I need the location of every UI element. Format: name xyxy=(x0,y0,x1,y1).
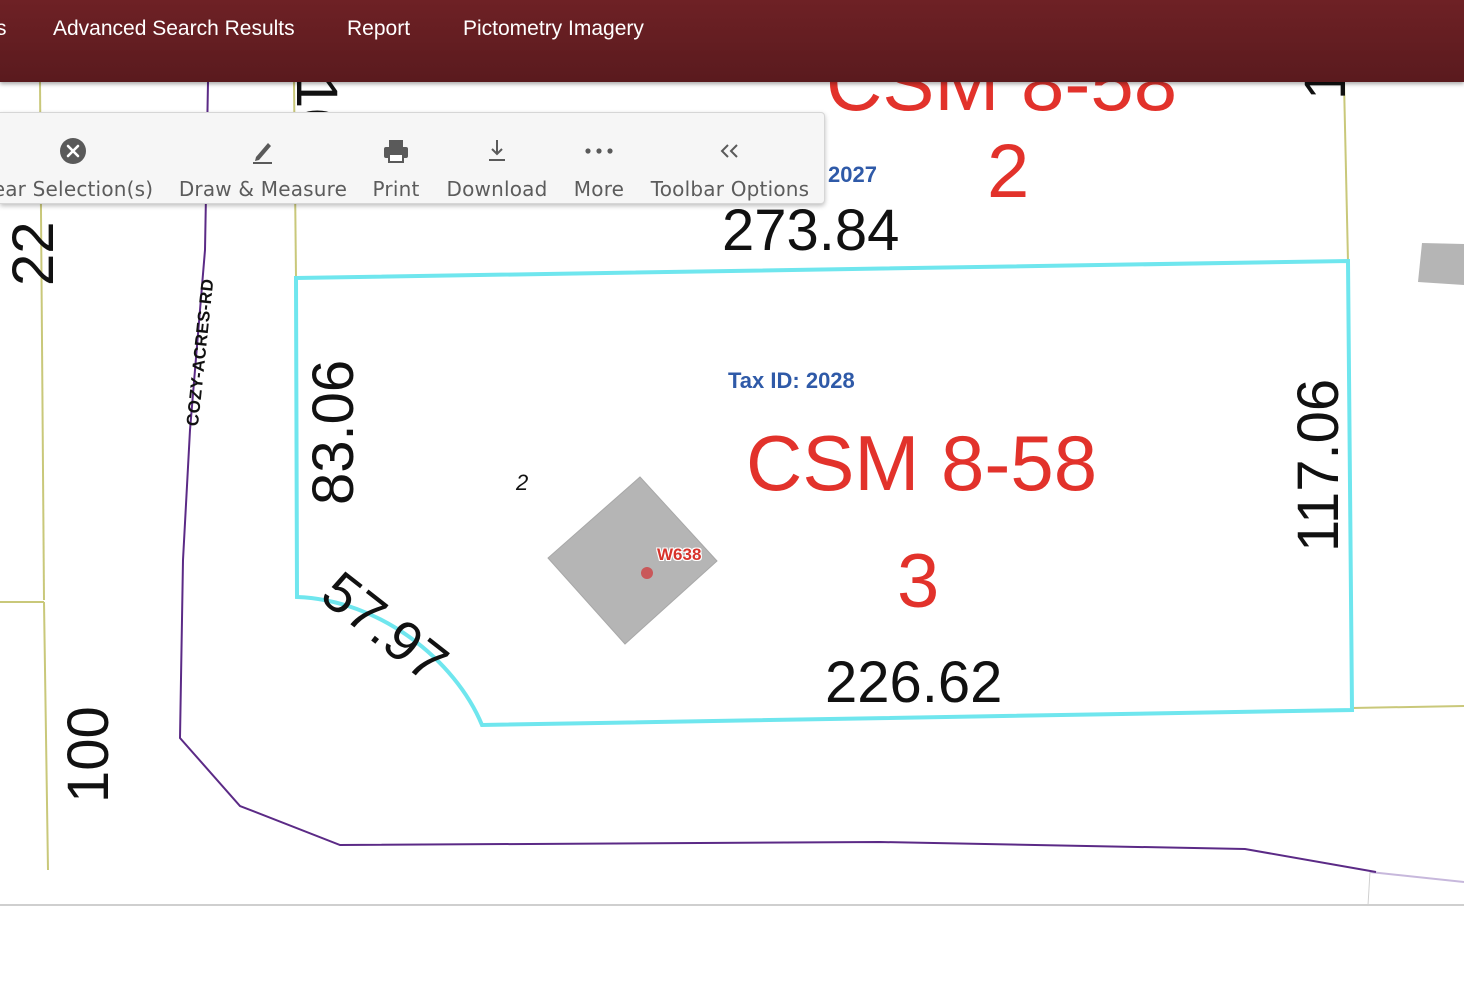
more-label: More xyxy=(573,177,625,201)
close-circle-icon xyxy=(59,131,87,171)
pencil-icon xyxy=(250,131,276,171)
lot-marker-label: 2 xyxy=(516,470,529,495)
dimension-left: 83.06 xyxy=(300,255,367,505)
toolbar-options-button[interactable]: Toolbar Options xyxy=(648,113,812,205)
dimension-left-lower: 100 xyxy=(56,706,121,803)
nav-item-truncated[interactable]: s xyxy=(0,17,7,41)
neighbor-tax-id: 2027 xyxy=(828,162,877,187)
road-name-label: COZY-ACRES-RD xyxy=(183,277,218,427)
selected-csm-label: CSM 8-58 xyxy=(746,419,1098,507)
address-label: W638 xyxy=(657,545,702,564)
clear-selection-label: ear Selection(s) xyxy=(0,177,154,201)
top-navigation-bar: s Advanced Search Results Report Pictome… xyxy=(0,0,1464,82)
draw-measure-label: Draw & Measure xyxy=(178,177,348,201)
map-canvas[interactable]: CSM 8-58 2 2027 273.84 226.62 83.06 117.… xyxy=(0,82,1464,905)
nav-item-pictometry-imagery[interactable]: Pictometry Imagery xyxy=(463,17,644,41)
download-icon xyxy=(486,131,508,171)
selected-tax-id: Tax ID: 2028 xyxy=(728,368,855,393)
nav-item-report[interactable]: Report xyxy=(347,17,410,41)
map-label-layer: CSM 8-58 2 2027 273.84 226.62 83.06 117.… xyxy=(0,82,1464,905)
dimension-bottom: 226.62 xyxy=(825,650,1003,715)
more-button[interactable]: More xyxy=(570,113,628,205)
print-button[interactable]: Print xyxy=(368,113,424,205)
ellipsis-icon xyxy=(584,131,614,171)
dimension-right-partial: 1 xyxy=(1293,82,1358,100)
nav-item-advanced-search-results[interactable]: Advanced Search Results xyxy=(53,17,295,41)
map-bottom-divider xyxy=(0,904,1464,906)
dimension-right: 117.06 xyxy=(1286,378,1351,552)
toolbar-options-label: Toolbar Options xyxy=(650,177,810,201)
download-button[interactable]: Download xyxy=(444,113,550,205)
printer-icon xyxy=(382,131,410,171)
double-chevron-left-icon xyxy=(718,131,742,171)
download-label: Download xyxy=(446,177,548,201)
gis-map-app: s Advanced Search Results Report Pictome… xyxy=(0,0,1464,990)
dimension-arc: 57.97 xyxy=(310,558,460,695)
neighbor-csm-label: CSM 8-58 xyxy=(826,82,1178,127)
selected-lot-number: 3 xyxy=(897,539,940,624)
clear-selection-button[interactable]: ear Selection(s) xyxy=(0,113,158,205)
neighbor-lot-number: 2 xyxy=(987,129,1030,214)
dimension-top: 273.84 xyxy=(722,198,900,263)
map-toolbar: ear Selection(s) Draw & Measure Print Do… xyxy=(0,112,825,204)
print-label: Print xyxy=(372,177,420,201)
dimension-left-text: 83.06 xyxy=(301,359,366,505)
dimension-left-upper: 22 xyxy=(1,221,66,286)
draw-measure-button[interactable]: Draw & Measure xyxy=(178,113,348,205)
